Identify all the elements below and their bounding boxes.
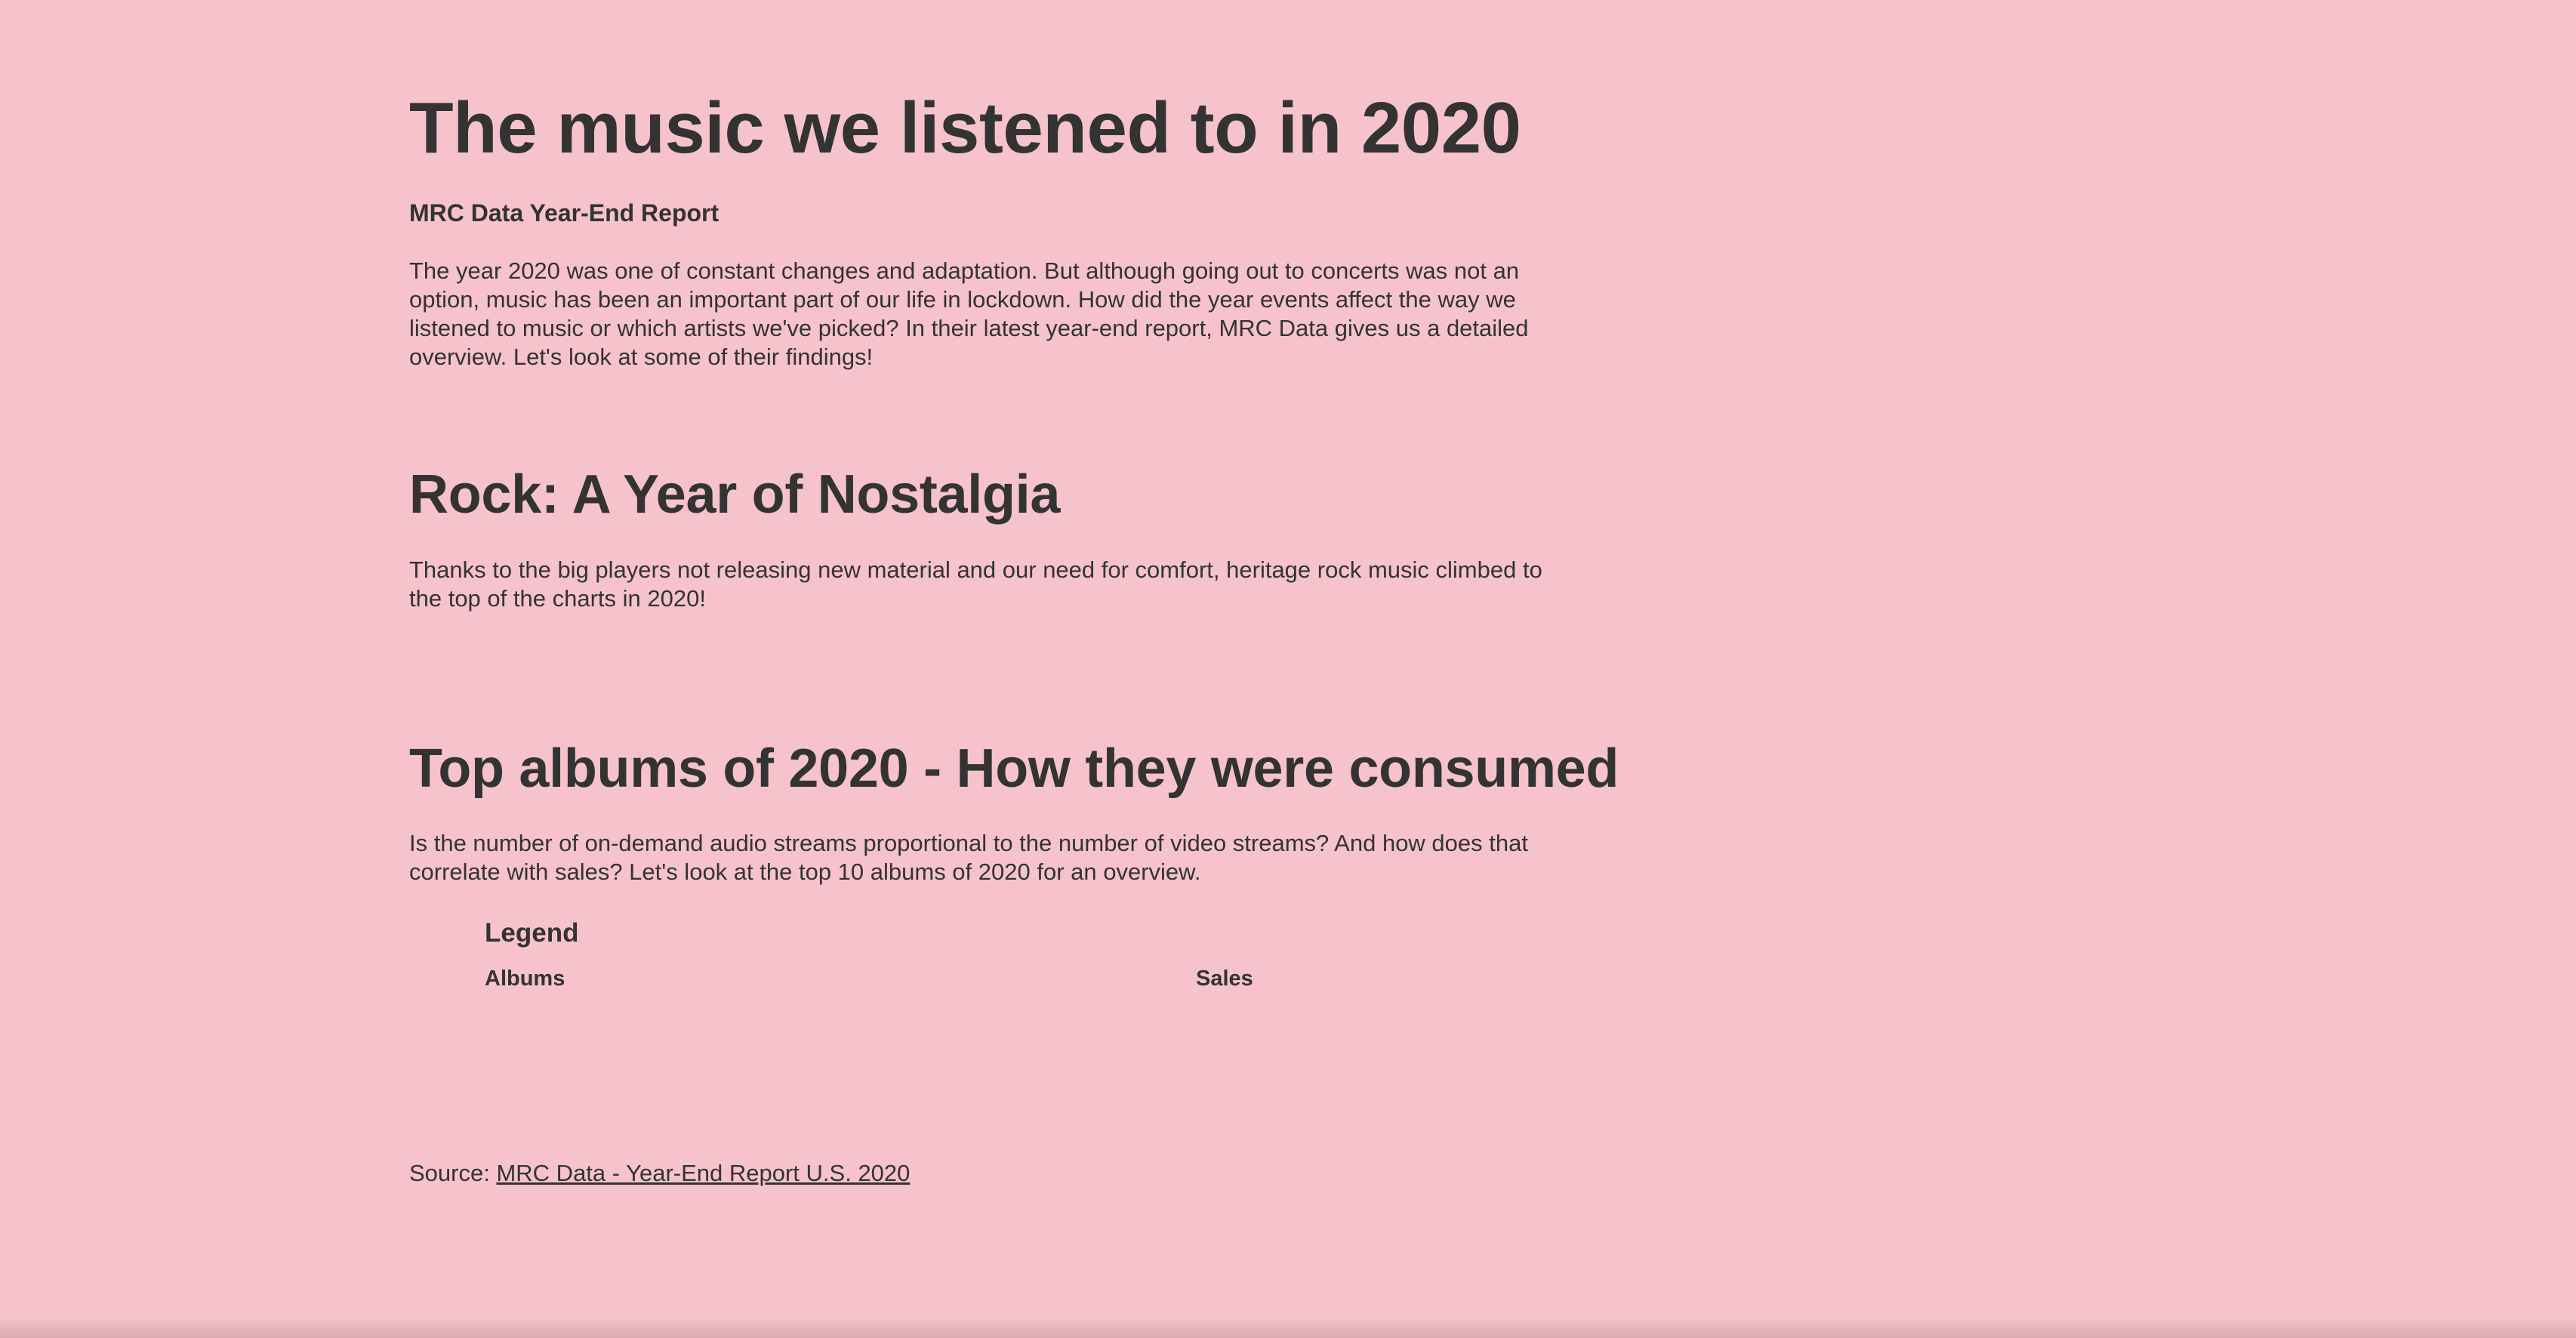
legend-albums-label: Albums (485, 967, 565, 991)
source-line: Source: MRC Data - Year-End Report U.S. … (409, 1158, 910, 1188)
intro-paragraph: The year 2020 was one of constant change… (409, 257, 1529, 370)
albums-section-paragraph: Is the number of on-demand audio streams… (409, 830, 1528, 885)
albums-section-heading: Top albums of 2020 - How they were consu… (409, 738, 1619, 799)
source-link[interactable]: MRC Data - Year-End Report U.S. 2020 (496, 1160, 910, 1186)
report-subtitle: MRC Data Year-End Report (409, 199, 719, 227)
rock-section-heading: Rock: A Year of Nostalgia (409, 464, 1061, 525)
bottom-edge-shadow (0, 1317, 2576, 1338)
legend-sales-label: Sales (1196, 967, 1253, 991)
source-prefix: Source: (409, 1160, 490, 1186)
legend-title: Legend (485, 918, 579, 948)
rock-section-paragraph: Thanks to the big players not releasing … (409, 556, 1542, 612)
page-title: The music we listened to in 2020 (409, 88, 1521, 168)
